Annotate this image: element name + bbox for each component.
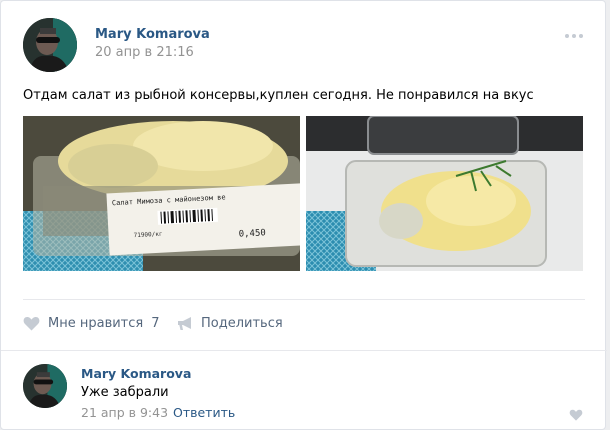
share-button[interactable]: Поделиться <box>177 314 283 332</box>
post-text: Отдам салат из рыбной консервы,куплен се… <box>23 88 534 103</box>
megaphone-icon <box>178 316 191 330</box>
like-label: Мне нравится <box>48 315 144 331</box>
author-avatar[interactable] <box>23 18 77 72</box>
more-horizontal-icon[interactable] <box>563 28 585 44</box>
like-count: 7 <box>151 315 160 331</box>
post-photo-1[interactable]: Салат Мимоза с майонезом ве 71900/кг 0,4… <box>23 116 300 271</box>
post-card: Mary Komarova 20 апр в 21:16 Отдам салат… <box>0 0 607 430</box>
reply-button[interactable]: Ответить <box>173 405 235 420</box>
comment-text: Уже забрали <box>81 385 169 400</box>
product-weight-text: 0,450 <box>238 228 266 239</box>
post-author-name[interactable]: Mary Komarova <box>95 27 210 42</box>
comment-author-avatar[interactable] <box>23 364 67 408</box>
comment-author-name[interactable]: Mary Komarova <box>81 366 191 381</box>
divider <box>23 299 585 300</box>
like-button[interactable]: Мне нравится 7 <box>23 314 160 332</box>
heart-icon <box>23 316 40 330</box>
heart-icon <box>569 409 583 421</box>
post-date[interactable]: 20 апр в 21:16 <box>95 45 194 60</box>
post-photo-2[interactable] <box>306 116 583 271</box>
comment-like-button[interactable] <box>569 406 583 425</box>
divider <box>1 350 607 351</box>
comment-date[interactable]: 21 апр в 9:43 <box>81 405 168 420</box>
share-label: Поделиться <box>201 315 283 331</box>
